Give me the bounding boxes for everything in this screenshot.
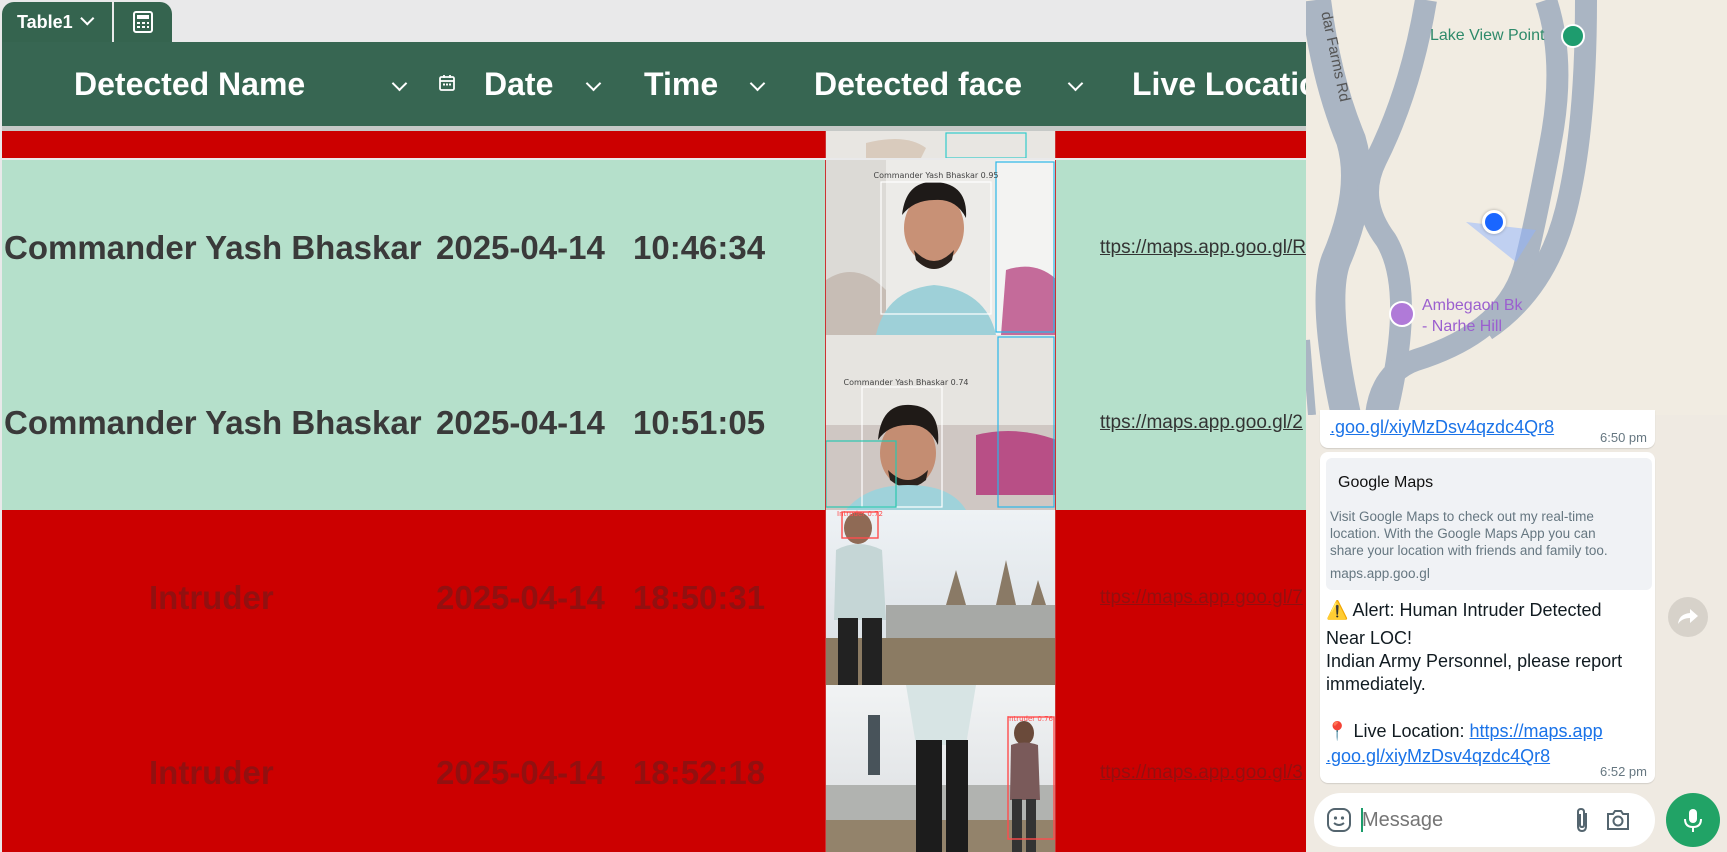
chevron-down-icon[interactable] bbox=[391, 75, 408, 92]
location-link[interactable]: .goo.gl/xiyMzDsv4qzdc4Qr8 bbox=[1330, 417, 1554, 438]
time-cell: 10:51:05 bbox=[633, 403, 766, 441]
table-body[interactable]: Commander Yash Bhaskar 2025-04-14 10:46:… bbox=[2, 131, 1306, 852]
location-line: .goo.gl/xiyMzDsv4qzdc4Qr8 bbox=[1326, 745, 1550, 768]
date-cell: 2025-04-14 bbox=[436, 578, 605, 616]
message-bubble[interactable]: Google Maps Visit Google Maps to check o… bbox=[1320, 452, 1655, 783]
pin-icon: 📍 bbox=[1326, 721, 1349, 741]
camera-icon[interactable] bbox=[1605, 808, 1631, 837]
screen: Table1 Detected Name Date Time Detected … bbox=[0, 0, 1727, 852]
column-header-live-location[interactable]: Live Locatio bbox=[1132, 42, 1306, 126]
alert-line: ⚠️ Alert: Human Intruder Detected bbox=[1326, 599, 1602, 622]
table-app: Table1 Detected Name Date Time Detected … bbox=[0, 0, 1306, 852]
face-thumbnail[interactable]: Intruder 0.76 bbox=[825, 685, 1056, 852]
alert-line: immediately. bbox=[1326, 674, 1426, 694]
table-row[interactable]: Commander Yash Bhaskar 2025-04-14 10:46:… bbox=[2, 160, 1306, 335]
attach-icon[interactable] bbox=[1571, 806, 1593, 839]
column-label: Live Locatio bbox=[1132, 65, 1306, 102]
preview-desc-line: Visit Google Maps to check out my real-t… bbox=[1330, 509, 1594, 524]
park-icon[interactable] bbox=[1561, 24, 1585, 48]
preview-title: Google Maps bbox=[1338, 474, 1434, 491]
preview-desc-line: share your location with friends and fam… bbox=[1330, 543, 1608, 558]
link-preview-card[interactable]: Google Maps Visit Google Maps to check o… bbox=[1326, 458, 1652, 590]
table-row[interactable]: Intruder 2025-04-14 18:50:31 Intruder 0.… bbox=[2, 510, 1306, 685]
face-tag: Intruder 0.76 bbox=[1007, 715, 1054, 723]
location-label: Live Location: bbox=[1353, 721, 1470, 741]
message-input[interactable] bbox=[1362, 803, 1542, 837]
tab-table1[interactable]: Table1 bbox=[2, 2, 112, 42]
column-header-detected-face[interactable]: Detected face bbox=[814, 42, 1022, 126]
calendar-icon bbox=[438, 74, 456, 97]
time-cell: 10:46:34 bbox=[633, 228, 766, 266]
preview-desc-line: location. With the Google Maps App you c… bbox=[1330, 526, 1596, 541]
poi-lake-view-point[interactable]: Lake View Point bbox=[1430, 27, 1544, 45]
column-header-detected-name[interactable]: Detected Name bbox=[74, 42, 305, 126]
chevron-down-icon[interactable] bbox=[79, 11, 95, 26]
table-row[interactable]: Commander Yash Bhaskar 2025-04-14 10:51:… bbox=[2, 335, 1306, 510]
tab-bar: Table1 bbox=[0, 0, 1306, 42]
location-dot-icon bbox=[1482, 210, 1506, 234]
live-location-link[interactable]: ttps://maps.app.goo.gl/2 bbox=[1100, 335, 1306, 510]
face-thumbnail[interactable] bbox=[825, 131, 1056, 158]
column-label: Time bbox=[644, 65, 719, 102]
location-line: 📍 Live Location: https://maps.app bbox=[1326, 720, 1603, 743]
message-input-bar[interactable] bbox=[1314, 793, 1655, 847]
detected-name-cell: Commander Yash Bhaskar bbox=[4, 228, 422, 266]
message-time: 6:50 pm bbox=[1600, 430, 1647, 445]
alert-line: Near LOC! bbox=[1326, 628, 1413, 648]
live-location-link[interactable]: ttps://maps.app.goo.gl/7 bbox=[1100, 510, 1306, 685]
table-row[interactable] bbox=[2, 131, 1306, 158]
face-tag: Commander Yash Bhaskar 0.95 bbox=[873, 171, 998, 180]
date-cell: 2025-04-14 bbox=[436, 753, 605, 791]
poi-narhe-hill[interactable]: - Narhe Hill bbox=[1422, 318, 1502, 336]
live-location-link[interactable]: ttps://maps.app.goo.gl/3 bbox=[1100, 685, 1306, 852]
map-roads bbox=[1306, 0, 1597, 415]
poi-ambegaon[interactable]: Ambegaon Bk bbox=[1422, 297, 1523, 315]
alert-text: Alert: Human Intruder Detected bbox=[1352, 600, 1602, 620]
chevron-down-icon[interactable] bbox=[585, 75, 602, 92]
emoji-icon[interactable] bbox=[1326, 807, 1352, 838]
tab-label: Table1 bbox=[17, 11, 73, 32]
detected-name-cell: Commander Yash Bhaskar bbox=[4, 403, 422, 441]
face-tag: Intruder 0.72 bbox=[837, 510, 883, 518]
preview-description: Visit Google Maps to check out my real-t… bbox=[1330, 508, 1608, 559]
location-link[interactable]: https://maps.app bbox=[1470, 721, 1603, 741]
date-cell: 2025-04-14 bbox=[436, 403, 605, 441]
table-row[interactable]: Intruder 2025-04-14 18:52:18 Intruder 0.… bbox=[2, 685, 1306, 852]
face-thumbnail[interactable]: Commander Yash Bhaskar 0.74 bbox=[825, 335, 1056, 510]
column-header-time[interactable]: Time bbox=[644, 42, 718, 126]
chevron-down-icon[interactable] bbox=[1067, 75, 1084, 92]
face-thumbnail[interactable]: Intruder 0.72 bbox=[825, 510, 1056, 685]
detected-name-cell: Intruder bbox=[149, 753, 274, 791]
date-cell: 2025-04-14 bbox=[436, 228, 605, 266]
calculator-icon[interactable] bbox=[114, 2, 172, 42]
column-header-date[interactable]: Date bbox=[484, 42, 553, 126]
detected-name-cell: Intruder bbox=[149, 578, 274, 616]
warning-icon: ⚠️ bbox=[1326, 600, 1349, 620]
mic-icon[interactable] bbox=[1666, 793, 1720, 847]
live-location-link[interactable]: ttps://maps.app.goo.gl/R bbox=[1100, 160, 1306, 335]
face-thumbnail[interactable]: Commander Yash Bhaskar 0.95 bbox=[825, 160, 1056, 335]
preview-domain: maps.app.goo.gl bbox=[1330, 566, 1430, 581]
location-link[interactable]: .goo.gl/xiyMzDsv4qzdc4Qr8 bbox=[1326, 746, 1550, 766]
column-label: Detected Name bbox=[74, 65, 306, 102]
message-time: 6:52 pm bbox=[1600, 764, 1647, 779]
forward-icon[interactable] bbox=[1668, 597, 1708, 637]
alert-line: Indian Army Personnel, please report bbox=[1326, 651, 1623, 671]
chevron-down-icon[interactable] bbox=[749, 75, 766, 92]
camera-poi-icon[interactable] bbox=[1389, 301, 1415, 327]
table-header: Detected Name Date Time Detected face Li… bbox=[2, 42, 1306, 126]
map-preview[interactable]: dar Farms Rd Lake View Point Ambegaon Bk… bbox=[1306, 0, 1727, 415]
chat-app: dar Farms Rd Lake View Point Ambegaon Bk… bbox=[1306, 0, 1727, 852]
column-label: Detected face bbox=[814, 65, 1023, 102]
time-cell: 18:52:18 bbox=[633, 753, 766, 791]
column-label: Date bbox=[484, 65, 554, 102]
time-cell: 18:50:31 bbox=[633, 578, 766, 616]
message-bubble[interactable]: .goo.gl/xiyMzDsv4qzdc4Qr8 6:50 pm bbox=[1320, 410, 1655, 448]
face-tag: Commander Yash Bhaskar 0.74 bbox=[843, 378, 968, 387]
